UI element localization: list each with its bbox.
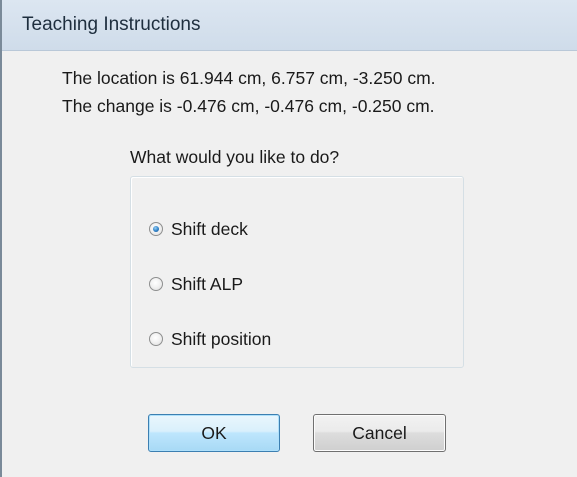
shift-alp-label[interactable]: Shift ALP [171,274,243,295]
cancel-button[interactable]: Cancel [313,414,446,452]
action-prompt: What would you like to do? [130,147,340,167]
shift-position-radio[interactable] [149,332,163,346]
change-text: The change is -0.476 cm, -0.476 cm, -0.2… [62,96,435,116]
shift-deck-label[interactable]: Shift deck [171,219,248,240]
title-bar[interactable]: Teaching Instructions [2,0,577,51]
shift-position-label[interactable]: Shift position [171,329,271,350]
shift-deck-option[interactable]: Shift deck [149,217,248,241]
location-text: The location is 61.944 cm, 6.757 cm, -3.… [62,68,436,88]
shift-position-option[interactable]: Shift position [149,327,271,351]
shift-alp-option[interactable]: Shift ALP [149,272,243,296]
shift-deck-radio[interactable] [149,222,163,236]
dialog-title: Teaching Instructions [22,14,201,35]
shift-alp-radio[interactable] [149,277,163,291]
ok-button[interactable]: OK [148,414,280,452]
teaching-instructions-dialog: Teaching Instructions The location is 61… [0,0,577,477]
dialog-body: The location is 61.944 cm, 6.757 cm, -3.… [2,51,577,477]
action-options-group: Shift deck Shift ALP Shift position [130,176,464,368]
